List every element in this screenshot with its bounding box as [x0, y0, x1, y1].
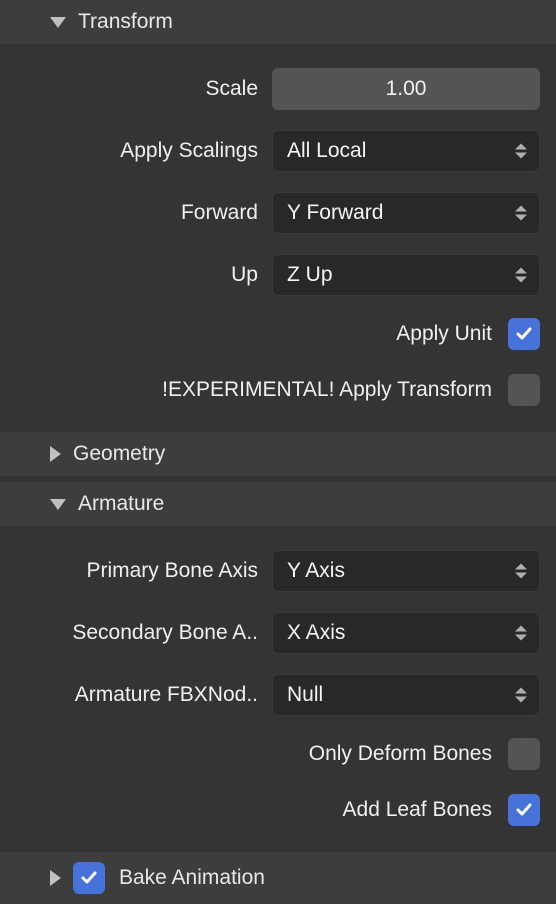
transform-panel-header[interactable]: Transform — [0, 0, 556, 44]
armature-panel-body: Primary Bone Axis Y Axis Secondary Bone … — [0, 526, 556, 852]
forward-label: Forward — [8, 201, 258, 225]
chevron-updown-icon — [515, 206, 527, 221]
only-deform-bones-checkbox[interactable] — [508, 738, 540, 770]
primary-bone-axis-value: Y Axis — [287, 559, 345, 583]
bake-animation-header-label: Bake Animation — [119, 866, 265, 890]
transform-panel-body: Scale 1.00 Apply Scalings All Local Forw… — [0, 44, 556, 432]
armature-fbxnode-dropdown[interactable]: Null — [272, 674, 540, 716]
geometry-header-label: Geometry — [73, 442, 165, 466]
scale-label: Scale — [8, 77, 258, 101]
forward-dropdown[interactable]: Y Forward — [272, 192, 540, 234]
up-label: Up — [8, 263, 258, 287]
armature-panel-header[interactable]: Armature — [0, 482, 556, 526]
geometry-panel-header[interactable]: Geometry — [0, 432, 556, 476]
add-leaf-bones-label: Add Leaf Bones — [343, 798, 492, 822]
transform-header-label: Transform — [78, 10, 173, 34]
disclosure-right-icon — [50, 446, 61, 462]
chevron-updown-icon — [515, 144, 527, 159]
primary-bone-axis-dropdown[interactable]: Y Axis — [272, 550, 540, 592]
apply-unit-label: Apply Unit — [396, 322, 492, 346]
add-leaf-bones-checkbox[interactable] — [508, 794, 540, 826]
scale-value: 1.00 — [386, 77, 427, 101]
secondary-bone-axis-label: Secondary Bone A.. — [8, 621, 258, 645]
apply-scalings-label: Apply Scalings — [8, 139, 258, 163]
chevron-updown-icon — [515, 564, 527, 579]
up-dropdown[interactable]: Z Up — [272, 254, 540, 296]
bake-animation-checkbox[interactable] — [73, 862, 105, 894]
apply-unit-checkbox[interactable] — [508, 318, 540, 350]
experimental-apply-transform-checkbox[interactable] — [508, 374, 540, 406]
chevron-updown-icon — [515, 268, 527, 283]
disclosure-right-icon — [50, 870, 61, 886]
disclosure-down-icon — [50, 499, 66, 510]
primary-bone-axis-label: Primary Bone Axis — [8, 559, 258, 583]
chevron-updown-icon — [515, 626, 527, 641]
bake-animation-panel-header[interactable]: Bake Animation — [0, 852, 556, 904]
experimental-apply-transform-label: !EXPERIMENTAL! Apply Transform — [162, 378, 492, 402]
only-deform-bones-label: Only Deform Bones — [309, 742, 492, 766]
armature-fbxnode-label: Armature FBXNod.. — [8, 683, 258, 707]
apply-scalings-dropdown[interactable]: All Local — [272, 130, 540, 172]
check-icon — [79, 868, 99, 888]
disclosure-down-icon — [50, 17, 66, 28]
check-icon — [514, 800, 534, 820]
up-value: Z Up — [287, 263, 333, 287]
secondary-bone-axis-value: X Axis — [287, 621, 345, 645]
chevron-updown-icon — [515, 688, 527, 703]
scale-input[interactable]: 1.00 — [272, 68, 540, 110]
apply-scalings-value: All Local — [287, 139, 366, 163]
armature-header-label: Armature — [78, 492, 164, 516]
forward-value: Y Forward — [287, 201, 383, 225]
check-icon — [514, 324, 534, 344]
secondary-bone-axis-dropdown[interactable]: X Axis — [272, 612, 540, 654]
armature-fbxnode-value: Null — [287, 683, 323, 707]
